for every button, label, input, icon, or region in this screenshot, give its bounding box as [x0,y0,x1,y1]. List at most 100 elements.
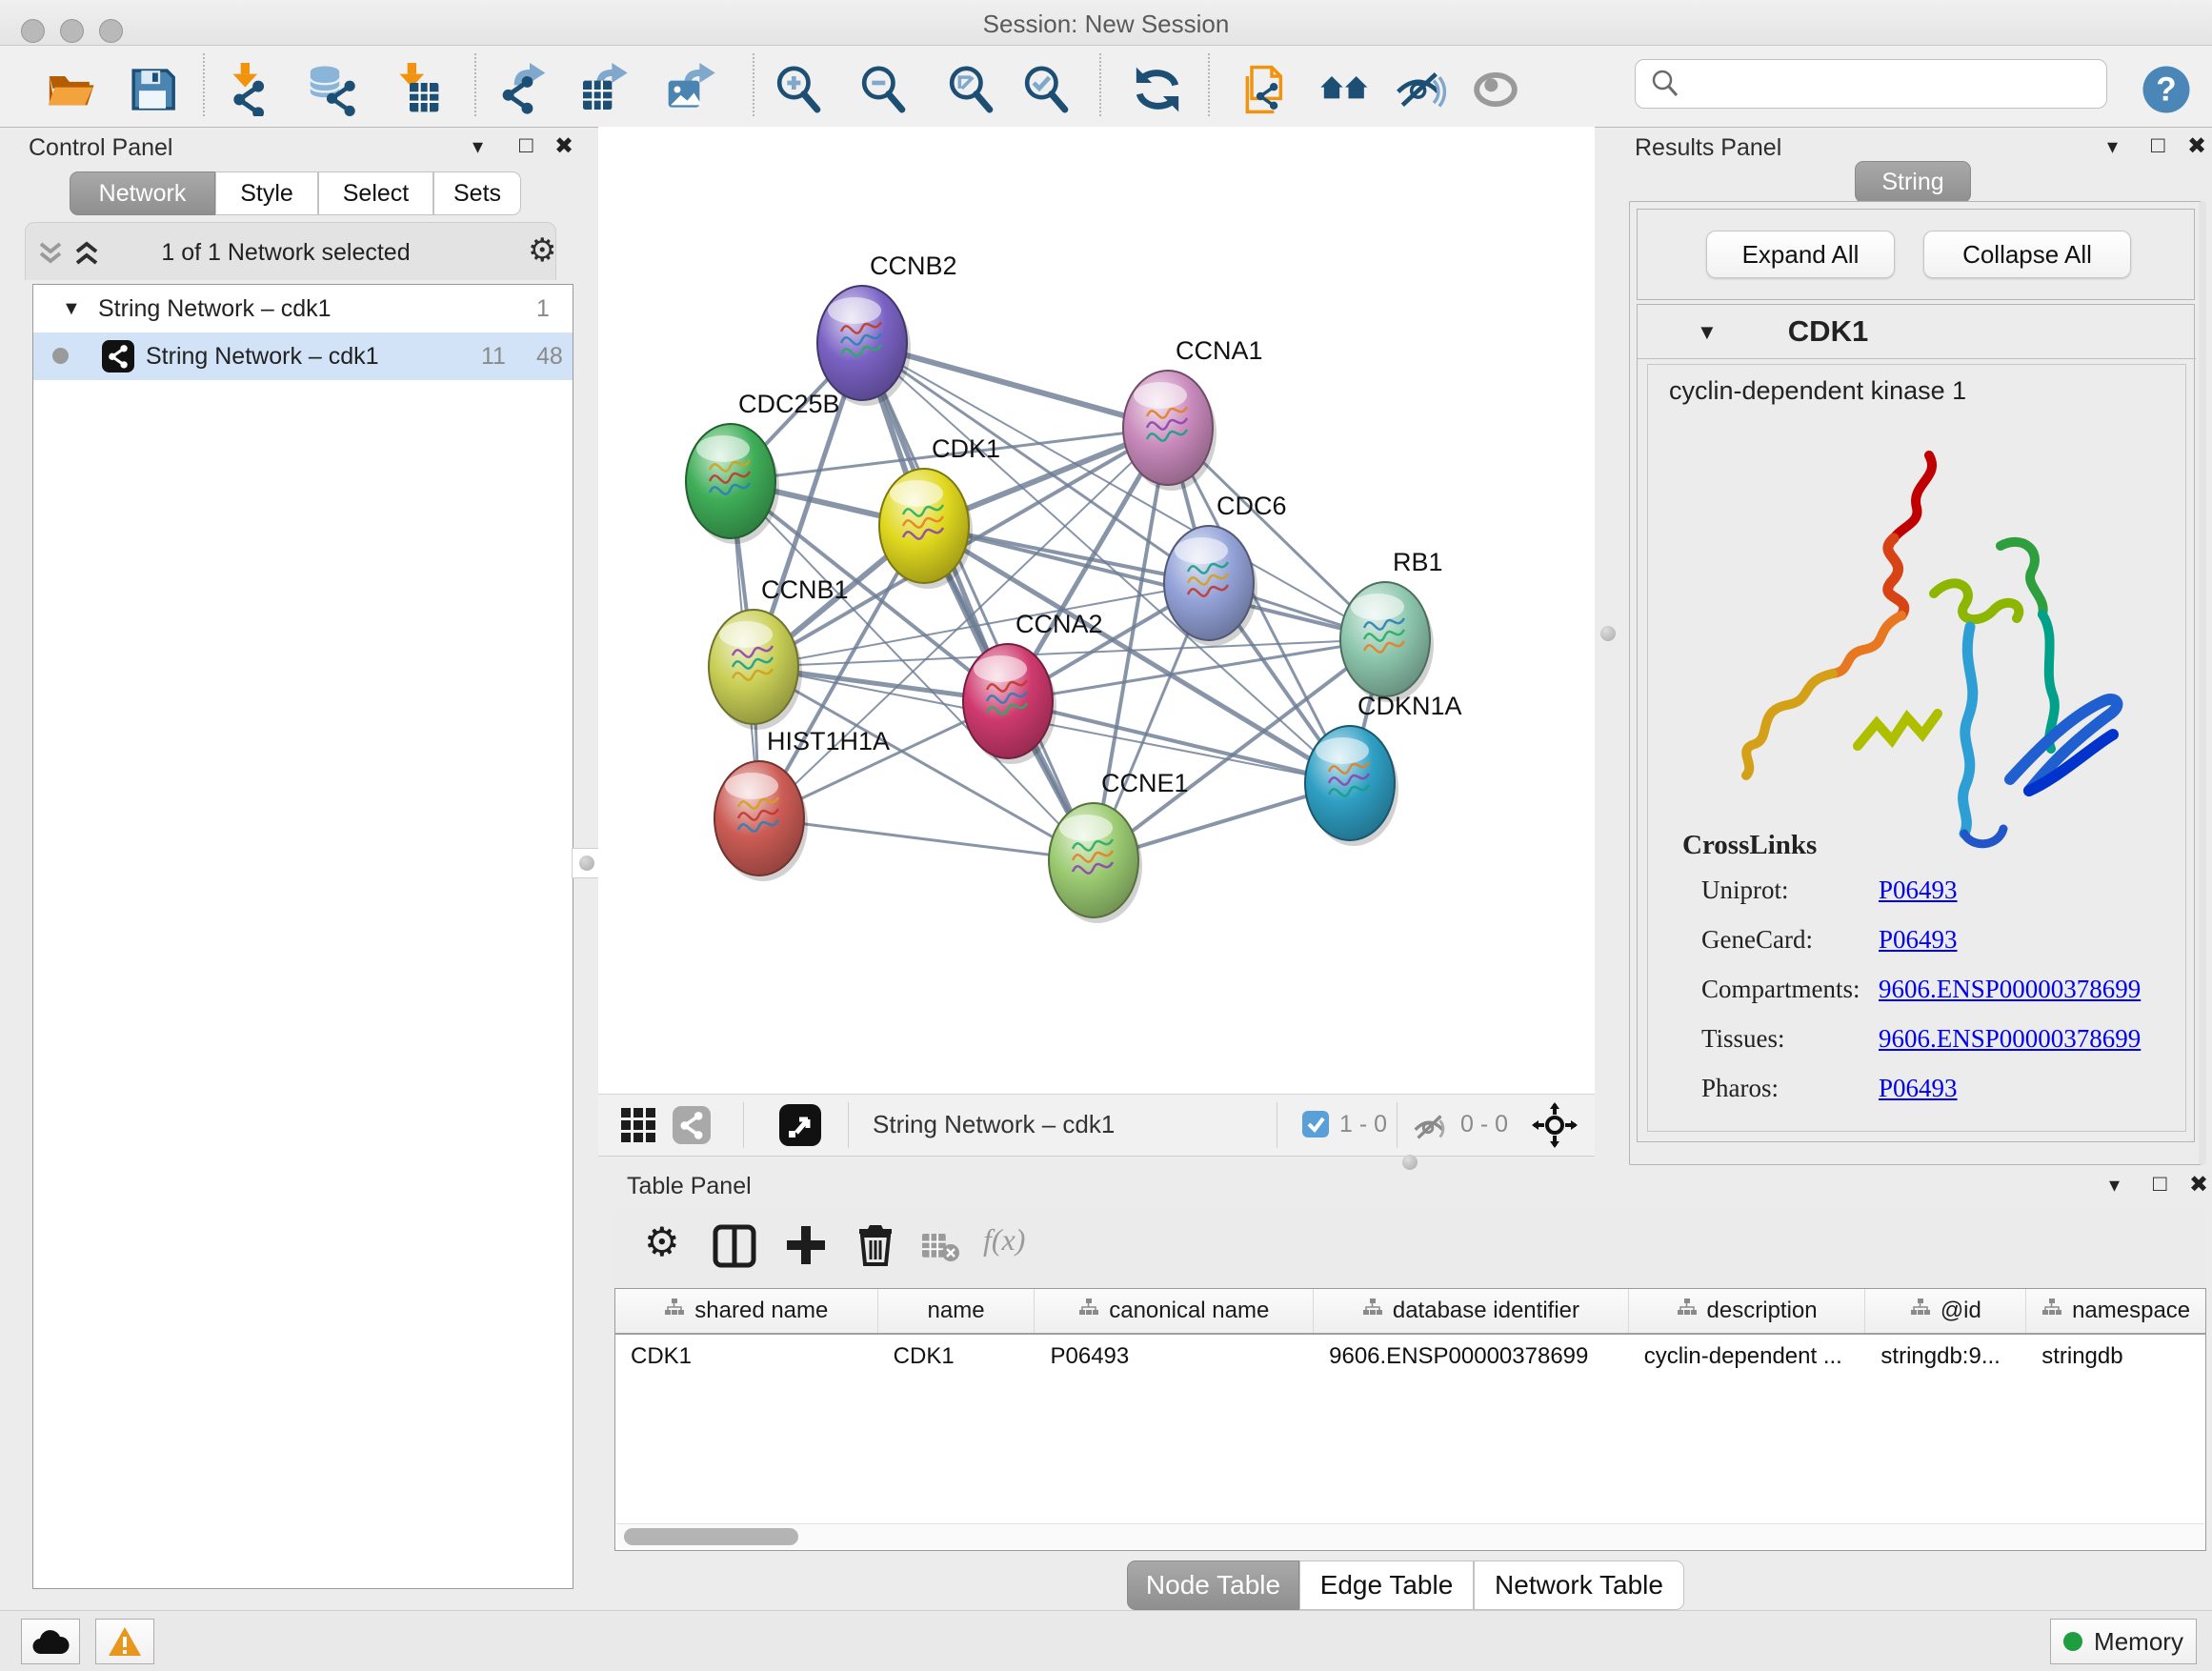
expand-all-button[interactable]: Expand All [1706,231,1895,278]
tab-select[interactable]: Select [318,171,433,215]
show-columns-icon[interactable] [713,1224,756,1268]
tab-network-table[interactable]: Network Table [1474,1560,1684,1610]
warnings-button[interactable] [95,1619,154,1664]
zoom-selected-button[interactable] [1019,63,1073,116]
panel-float-icon[interactable]: □ [519,132,533,159]
crosslink-link[interactable]: P06493 [1879,1074,1958,1103]
export-image-button[interactable] [664,63,717,116]
help-button[interactable]: ? [2140,63,2193,116]
tab-sets[interactable]: Sets [433,171,521,215]
cloud-sync-button[interactable] [21,1619,80,1664]
trash-icon [854,1222,897,1266]
tab-style[interactable]: Style [215,171,318,215]
refresh-layout-button[interactable] [1131,63,1184,116]
network-collection-label: String Network – cdk1 [98,295,332,323]
selected-count: 1 - 0 [1339,1111,1387,1138]
network-graph[interactable]: CCNB2 CCNA1 CDC25B CDK1 CDC6 RB1 CCNB1 [598,127,1595,1094]
birdseye-view-icon[interactable] [779,1104,821,1146]
network-edge[interactable] [759,818,1094,860]
panel-float-icon[interactable]: □ [2153,1171,2167,1198]
network-edge[interactable] [754,639,1385,667]
table-horizontal-scrollbar[interactable] [616,1523,2204,1549]
node-label: RB1 [1393,548,1443,576]
network-selection-status: 1 of 1 Network selected [8,239,564,267]
network-node[interactable]: RB1 [1340,548,1443,702]
scrollbar-thumb[interactable] [624,1528,798,1545]
node-label: CDKN1A [1357,692,1462,720]
columns-icon [713,1224,756,1268]
panel-collapse-icon[interactable]: ▾ [2109,1173,2120,1198]
tab-edge-table[interactable]: Edge Table [1299,1560,1474,1610]
import-network-button[interactable] [223,63,276,116]
results-divider-handle[interactable] [1600,626,1616,641]
network-collection-row[interactable]: ▼ String Network – cdk1 1 [33,285,573,332]
network-node[interactable]: CDC25B [686,390,840,544]
memory-button[interactable]: Memory [2050,1619,2197,1664]
network-node[interactable]: HIST1H1A [714,727,890,881]
add-column-icon[interactable] [785,1224,827,1266]
network-edge-count: 48 [536,343,563,371]
panel-close-icon[interactable]: ✖ [2189,1171,2208,1198]
save-session-button[interactable] [126,63,179,116]
table-row[interactable]: CDK1 CDK1 P06493 9606.ENSP00000378699 cy… [615,1335,2205,1380]
network-edge[interactable] [862,343,1094,860]
toolbar-separator [203,53,205,116]
panel-float-icon[interactable]: □ [2151,132,2165,159]
network-badge-gray-icon[interactable] [673,1106,711,1144]
zoom-out-button[interactable] [856,63,910,116]
results-scrollbar[interactable] [2199,201,2206,1165]
table-settings-gear-icon[interactable]: ⚙ [644,1218,680,1265]
node-table[interactable]: shared name name canonical name database… [614,1288,2206,1551]
crosslink-link[interactable]: P06493 [1879,925,1958,955]
import-table-icon [390,63,443,116]
tab-string[interactable]: String [1855,161,1971,203]
first-neighbors-icon [1318,63,1372,116]
zoom-in-button[interactable] [772,63,825,116]
tree-expand-icon[interactable]: ▼ [62,298,81,320]
network-node[interactable]: CDKN1A [1305,692,1462,846]
network-node[interactable]: CCNB2 [817,252,957,406]
open-file-button[interactable] [44,63,97,116]
node-label: CCNB1 [761,575,849,604]
crosslink-link[interactable]: P06493 [1879,876,1958,905]
collapse-all-button[interactable]: Collapse All [1923,231,2131,278]
table-panel-title: Table Panel [627,1173,752,1200]
table-delete-icon [922,1230,960,1262]
export-network-button[interactable] [496,63,550,116]
network-node[interactable]: CCNA1 [1123,336,1263,491]
network-node[interactable]: CCNA2 [963,610,1103,764]
column-header: description [1629,1289,1866,1333]
panel-collapse-icon[interactable]: ▾ [473,134,483,159]
grid-view-icon[interactable] [621,1108,655,1142]
crosslink-label: Pharos: [1701,1074,1779,1103]
network-node[interactable]: CCNE1 [1049,769,1189,923]
zoom-fit-button[interactable] [944,63,997,116]
grid9-icon [621,1108,655,1142]
crosslink-link[interactable]: 9606.ENSP00000378699 [1879,975,2141,1004]
first-neighbors-button[interactable] [1318,63,1372,116]
network-row-selected[interactable]: String Network – cdk1 11 48 [33,332,573,380]
tab-node-table[interactable]: Node Table [1127,1560,1299,1610]
network-options-gear-icon[interactable]: ⚙ [528,232,556,270]
network-edge[interactable] [759,428,1168,818]
panel-collapse-icon[interactable]: ▾ [2107,134,2118,159]
pan-crosshair-icon[interactable] [1532,1102,1578,1148]
network-node[interactable]: CDK1 [879,434,1000,589]
copy-network-button[interactable] [1238,63,1292,116]
node-label: CDC25B [738,390,840,418]
crosslink-link[interactable]: 9606.ENSP00000378699 [1879,1024,2141,1054]
delete-column-icon[interactable] [854,1222,897,1266]
search-box[interactable] [1635,59,2107,109]
import-database-button[interactable] [305,63,358,116]
tab-network[interactable]: Network [70,171,215,215]
panel-close-icon[interactable]: ✖ [554,132,573,160]
selected-checkbox-icon[interactable] [1301,1110,1330,1138]
import-table-button[interactable] [390,63,443,116]
search-input[interactable] [1681,70,2106,98]
hide-selected-button[interactable] [1394,63,1447,116]
panel-close-icon[interactable]: ✖ [2187,132,2206,160]
export-table-button[interactable] [576,63,630,116]
hidden-eye-icon[interactable] [1410,1106,1450,1146]
show-all-button[interactable] [1469,63,1522,116]
network-canvas[interactable]: CCNB2 CCNA1 CDC25B CDK1 CDC6 RB1 CCNB1 [598,127,1595,1094]
